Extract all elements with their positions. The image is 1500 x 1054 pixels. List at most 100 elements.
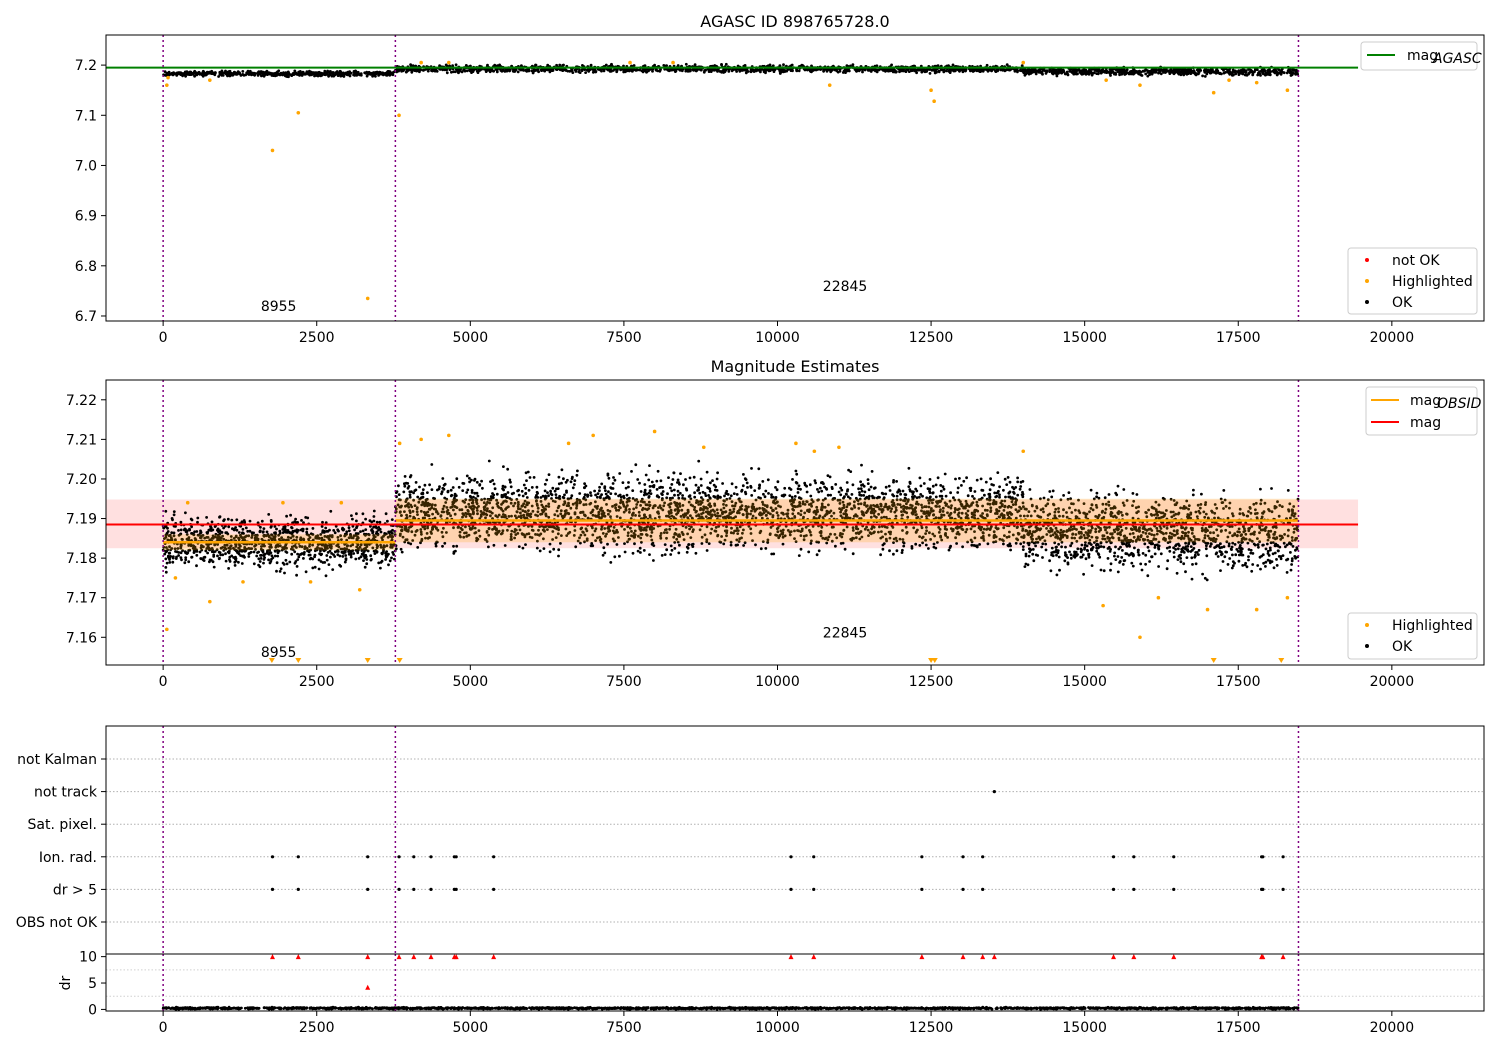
ok-point <box>614 479 617 482</box>
ok-point <box>409 493 412 496</box>
ok-point <box>908 70 911 73</box>
ok-point <box>982 70 985 73</box>
ok-point <box>212 72 215 75</box>
ok-point <box>234 73 237 76</box>
ok-point <box>562 64 565 67</box>
ok-point <box>759 69 762 72</box>
y-tick-label: 6.8 <box>75 259 97 275</box>
ok-point <box>1196 72 1199 75</box>
ok-point <box>369 554 372 557</box>
ok-point <box>362 512 365 515</box>
ok-point <box>202 70 205 73</box>
ok-point <box>211 521 214 524</box>
ok-point <box>1109 68 1112 71</box>
ok-point <box>1138 70 1141 73</box>
ok-point <box>165 550 168 553</box>
ok-point <box>282 562 285 565</box>
ok-point <box>812 69 815 72</box>
highlighted-point <box>366 297 370 301</box>
ok-point <box>1021 64 1024 67</box>
ok-point <box>1180 73 1183 76</box>
ok-point <box>253 551 256 554</box>
ok-point <box>195 554 198 557</box>
ok-point <box>227 518 230 521</box>
ok-point <box>651 481 654 484</box>
ok-point <box>765 69 768 72</box>
ok-point <box>806 68 809 71</box>
ok-point <box>365 558 368 561</box>
x-tick-label: 17500 <box>1216 330 1261 346</box>
ok-point <box>1119 69 1122 72</box>
highlighted-point <box>828 83 832 87</box>
ok-point <box>662 64 665 67</box>
ok-point <box>221 531 224 534</box>
ok-point <box>714 496 717 499</box>
ok-point <box>1269 71 1272 74</box>
ok-point <box>703 71 706 74</box>
ok-point <box>647 479 650 482</box>
ok-point <box>271 554 274 557</box>
ok-point <box>197 72 200 75</box>
ok-point <box>185 530 188 533</box>
ok-point <box>921 69 924 72</box>
ok-point <box>524 487 527 490</box>
ok-point <box>321 525 324 528</box>
ok-point <box>348 553 351 556</box>
ok-point <box>465 491 468 494</box>
ok-point <box>896 549 899 552</box>
ok-point <box>561 468 564 471</box>
ok-point <box>578 492 581 495</box>
ok-point <box>172 72 175 75</box>
ok-point <box>261 71 264 74</box>
ok-point <box>199 551 202 554</box>
ok-point <box>259 526 262 529</box>
ok-point <box>914 69 917 72</box>
agasc-panel-title: AGASC ID 898765728.0 <box>700 12 889 31</box>
ok-point <box>943 488 946 491</box>
ok-point <box>369 519 372 522</box>
ok-point <box>164 510 167 513</box>
ok-point <box>180 521 183 524</box>
ok-point <box>364 566 367 569</box>
ok-point <box>334 531 337 534</box>
ok-point <box>364 528 367 531</box>
ok-point <box>419 69 422 72</box>
ok-point <box>469 495 472 498</box>
ok-point <box>184 528 187 531</box>
ok-point <box>365 72 368 75</box>
x-tick-label: 15000 <box>1062 330 1107 346</box>
ok-point <box>872 69 875 72</box>
ok-point <box>243 519 246 522</box>
ok-point <box>820 490 823 493</box>
ok-point <box>228 556 231 559</box>
ok-point <box>1246 74 1249 77</box>
ok-point <box>548 473 551 476</box>
ok-point <box>286 563 289 566</box>
ok-point <box>251 531 254 534</box>
ok-point <box>306 528 309 531</box>
ok-point <box>649 485 652 488</box>
ok-point <box>360 555 363 558</box>
ok-point <box>622 71 625 74</box>
ok-point <box>195 71 198 74</box>
ok-point <box>260 554 263 557</box>
ok-point <box>211 529 214 532</box>
ok-point <box>598 486 601 489</box>
ok-point <box>247 70 250 73</box>
ok-point <box>286 551 289 554</box>
ok-point <box>998 496 1001 499</box>
ok-point <box>960 484 963 487</box>
ok-point <box>744 491 747 494</box>
ok-point <box>604 489 607 492</box>
ok-point <box>976 479 979 482</box>
ok-point <box>1288 70 1291 73</box>
ok-point <box>947 70 950 73</box>
ok-point <box>549 550 552 553</box>
ok-point <box>1123 73 1126 76</box>
ok-point <box>692 68 695 71</box>
ok-point <box>377 562 380 565</box>
ok-point <box>496 71 499 74</box>
ok-point <box>501 70 504 73</box>
ok-point <box>665 64 668 67</box>
ok-point <box>769 69 772 72</box>
